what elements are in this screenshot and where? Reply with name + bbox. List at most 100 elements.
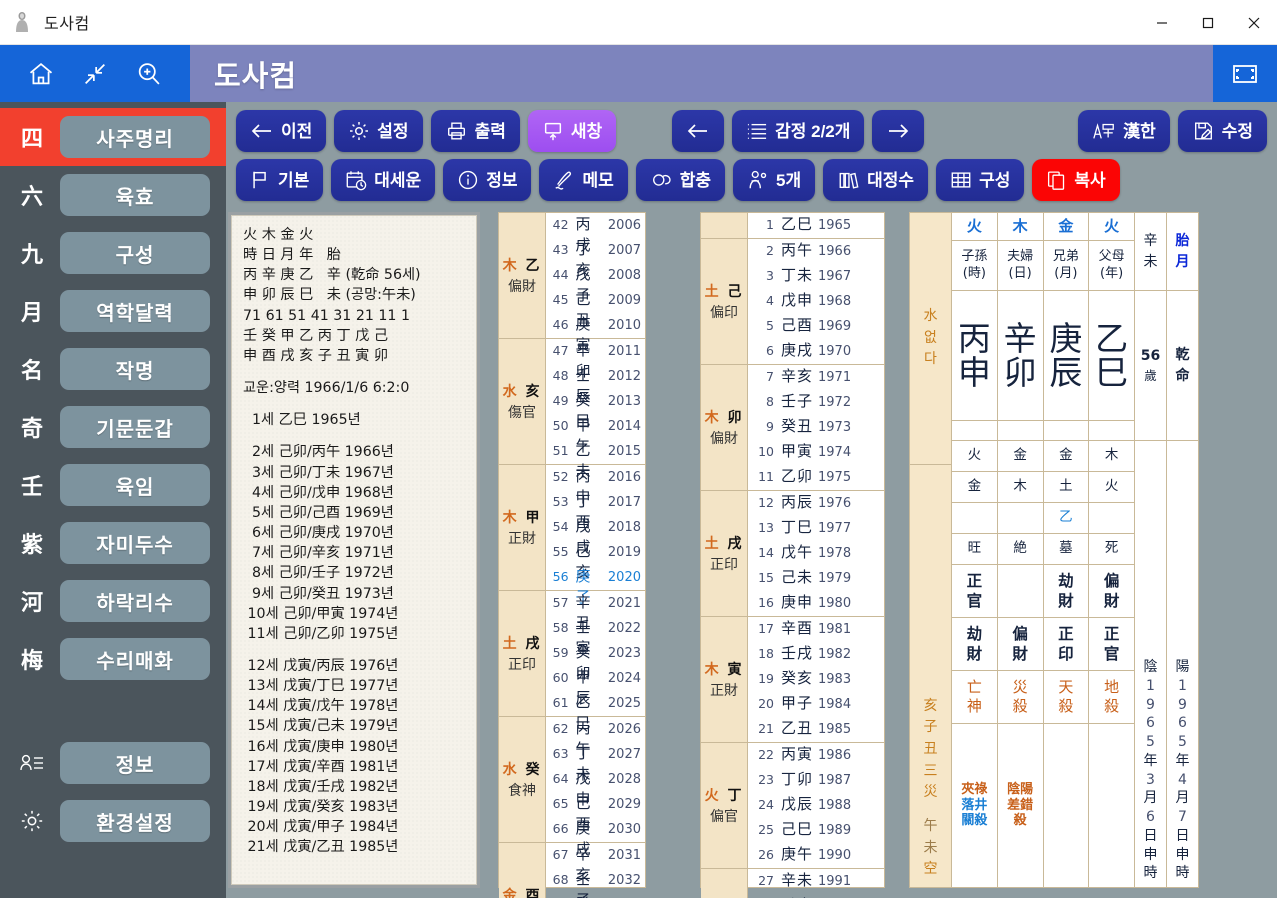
daeun-row[interactable]: 42 丙戌 2006 <box>546 213 645 254</box>
daeun-column-left[interactable]: 木 乙偏財 42 丙戌 2006 43 丁亥 2007 44 戊子 2008 45 己丑 2009 46 庚… <box>498 212 646 898</box>
daeun-row[interactable]: 21 乙丑 1985 <box>748 717 884 742</box>
sidebar-item-harakrisu[interactable]: 河 하락리수 <box>0 572 226 630</box>
daeun-group[interactable]: 水 亥傷官 47 辛卯 2011 48 壬辰 2012 49 癸巳 2013 50 甲午 2014 51 乙… <box>499 339 645 480</box>
daeun-row[interactable]: 7 辛亥 1971 <box>748 365 884 390</box>
daeun-row[interactable]: 66 庚戌 2030 <box>546 817 645 858</box>
daeun-row[interactable]: 11 乙卯 1975 <box>748 465 884 490</box>
daeun-column-right[interactable]: 1 乙巳 1965 土 己偏印 2 丙午 1966 3 丁未 1967 4 戊申 1968 5 己酉 1969… <box>700 212 885 898</box>
hanja-toggle-button[interactable]: 漢한 <box>1078 110 1170 152</box>
sidebar-item-jakmyeong[interactable]: 名 작명 <box>0 340 226 398</box>
sidebar-item-gimun[interactable]: 奇 기문둔갑 <box>0 398 226 456</box>
daeun-row[interactable]: 25 己巳 1989 <box>748 818 884 843</box>
daeun-row[interactable]: 62 丙午 2026 <box>546 717 645 758</box>
gamjeong-counter-button[interactable]: 감정 2/2개 <box>732 110 865 152</box>
daeun-row[interactable]: 60 甲辰 2024 <box>546 666 645 707</box>
daeun-row[interactable]: 53 丁酉 2017 <box>546 490 645 531</box>
daeun-row[interactable]: 23 丁卯 1987 <box>748 768 884 793</box>
sidebar-item-jamidusu[interactable]: 紫 자미두수 <box>0 514 226 572</box>
daeun-group[interactable]: 火 丁偏官 22 丙寅 1986 23 丁卯 1987 24 戊辰 1988 25 己巳 1989 26 庚… <box>701 743 884 869</box>
daeun-row[interactable]: 65 己酉 2029 <box>546 792 645 833</box>
daeun-row[interactable]: 57 辛丑 2021 <box>546 591 645 632</box>
info-tab-button[interactable]: 정보 <box>443 159 532 201</box>
people-count-button[interactable]: 5개 <box>733 159 816 201</box>
new-window-button[interactable]: 새창 <box>527 110 617 152</box>
fullscreen-button[interactable] <box>1213 45 1277 102</box>
collapse-icon[interactable] <box>81 60 109 88</box>
daeun-row[interactable]: 51 乙未 2015 <box>546 439 645 480</box>
sidebar-item-info[interactable]: 정보 <box>0 734 226 792</box>
daeun-row[interactable]: 43 丁亥 2007 <box>546 238 645 279</box>
sidebar-item-yeokhak-calendar[interactable]: 月 역학달력 <box>0 282 226 340</box>
daeun-row[interactable]: 58 壬寅 2022 <box>546 616 645 657</box>
nav-next-button[interactable] <box>872 110 925 152</box>
daeun-row[interactable]: 44 戊子 2008 <box>546 263 645 304</box>
saju-chart-grid[interactable]: 水 없 다 亥 子 丑 三 災 午 未 空 火 木 金 火 子孫 (時) 夫婦 … <box>909 212 1199 888</box>
daeun-row[interactable]: 50 甲午 2014 <box>546 414 645 455</box>
daeun-group[interactable]: 土 戌正印 57 辛丑 2021 58 壬寅 2022 59 癸卯 2023 60 甲辰 2024 61 乙… <box>499 591 645 732</box>
guseong-tab-button[interactable]: 구성 <box>936 159 1025 201</box>
daeun-row[interactable]: 2 丙午 1966 <box>748 239 884 264</box>
settings-button[interactable]: 설정 <box>334 110 423 152</box>
daeun-row[interactable]: 46 庚寅 2010 <box>546 313 645 354</box>
daeun-row[interactable]: 10 甲寅 1974 <box>748 440 884 465</box>
daeun-group-first[interactable]: 1 乙巳 1965 <box>701 213 884 239</box>
daeun-row[interactable]: 17 辛酉 1981 <box>748 617 884 642</box>
daeun-row[interactable]: 59 癸卯 2023 <box>546 641 645 682</box>
daeun-row[interactable]: 3 丁未 1967 <box>748 264 884 289</box>
print-button[interactable]: 출력 <box>430 110 520 152</box>
sidebar-item-surimaehwa[interactable]: 梅 수리매화 <box>0 630 226 688</box>
daeun-group[interactable]: 土 丑偏印27辛未199128壬申199229癸酉199330甲戌1994 <box>701 869 884 898</box>
home-icon[interactable] <box>27 60 55 88</box>
copy-button[interactable]: 복사 <box>1032 159 1120 201</box>
daeun-row[interactable]: 18 壬戌 1982 <box>748 642 884 667</box>
daeun-group[interactable]: 土 戌正印 12 丙辰 1976 13 丁巳 1977 14 戊午 1978 15 己未 1979 16 庚… <box>701 491 884 617</box>
edit-button[interactable]: 수정 <box>1177 110 1267 152</box>
zoom-in-icon[interactable] <box>135 60 163 88</box>
daeun-group[interactable]: 金 酉比肩67辛亥203168壬子203269癸丑203370甲寅203471乙… <box>499 843 645 898</box>
daeun-row[interactable]: 45 己丑 2009 <box>546 288 645 329</box>
basic-tab-button[interactable]: 기본 <box>236 159 324 201</box>
daeun-row[interactable]: 28壬申1992 <box>748 894 884 898</box>
daeun-group[interactable]: 木 甲正財 52 丙申 2016 53 丁酉 2017 54 戊戌 2018 55 己亥 2019 56 庚… <box>499 465 645 606</box>
daeseun-tab-button[interactable]: 대세운 <box>331 159 436 201</box>
nav-prev-button[interactable] <box>672 110 725 152</box>
daeun-row[interactable]: 1 乙巳 1965 <box>748 213 884 238</box>
daeun-row[interactable]: 64 戊申 2028 <box>546 767 645 808</box>
daeun-row[interactable]: 6 庚戌 1970 <box>748 339 884 364</box>
daeun-row[interactable]: 52 丙申 2016 <box>546 465 645 506</box>
daeun-row[interactable]: 19 癸亥 1983 <box>748 667 884 692</box>
daeun-row[interactable]: 49 癸巳 2013 <box>546 389 645 430</box>
sidebar-item-yugim[interactable]: 壬 육임 <box>0 456 226 514</box>
daeun-row[interactable]: 15 己未 1979 <box>748 566 884 591</box>
daeun-row[interactable]: 67 辛亥 2031 <box>546 843 645 884</box>
daeun-row[interactable]: 27 辛未 1991 <box>748 869 884 894</box>
daeun-row[interactable]: 54 戊戌 2018 <box>546 515 645 556</box>
sidebar-item-saju[interactable]: 四 사주명리 <box>0 108 226 166</box>
memo-tab-button[interactable]: 메모 <box>539 159 628 201</box>
daeun-group[interactable]: 木 乙偏財 42 丙戌 2006 43 丁亥 2007 44 戊子 2008 45 己丑 2009 46 庚… <box>499 213 645 354</box>
daeun-row[interactable]: 48 壬辰 2012 <box>546 364 645 405</box>
sidebar-item-yukhyo[interactable]: 六 육효 <box>0 166 226 224</box>
minimize-button[interactable] <box>1139 0 1185 45</box>
daeun-row[interactable]: 14 戊午 1978 <box>748 541 884 566</box>
daeun-row[interactable]: 8 壬子 1972 <box>748 390 884 415</box>
sidebar-item-guseong[interactable]: 九 구성 <box>0 224 226 282</box>
daeun-row[interactable]: 13 丁巳 1977 <box>748 516 884 541</box>
prev-button[interactable]: 이전 <box>236 110 327 152</box>
daeun-row[interactable]: 20 甲子 1984 <box>748 692 884 717</box>
daeun-row[interactable]: 69癸丑2033 <box>546 893 645 898</box>
daeun-row[interactable]: 26 庚午 1990 <box>748 843 884 868</box>
daeun-row[interactable]: 16 庚申 1980 <box>748 591 884 616</box>
daeun-row[interactable]: 4 戊申 1968 <box>748 289 884 314</box>
daeun-row[interactable]: 24 戊辰 1988 <box>748 793 884 818</box>
daeun-row[interactable]: 22 丙寅 1986 <box>748 743 884 768</box>
maximize-button[interactable] <box>1185 0 1231 45</box>
daeun-row[interactable]: 47 辛卯 2011 <box>546 339 645 380</box>
daeun-group[interactable]: 水 癸食神 62 丙午 2026 63 丁未 2027 64 戊申 2028 65 己酉 2029 66 庚… <box>499 717 645 858</box>
daeun-group[interactable]: 土 己偏印 2 丙午 1966 3 丁未 1967 4 戊申 1968 5 己酉 1969 6 庚戌 1970 <box>701 239 884 365</box>
sidebar-item-settings[interactable]: 환경설정 <box>0 792 226 850</box>
daeun-row[interactable]: 63 丁未 2027 <box>546 742 645 783</box>
daeun-row[interactable]: 12 丙辰 1976 <box>748 491 884 516</box>
hapchung-tab-button[interactable]: 합충 <box>635 159 726 201</box>
daejeongsu-tab-button[interactable]: 대정수 <box>823 159 929 201</box>
